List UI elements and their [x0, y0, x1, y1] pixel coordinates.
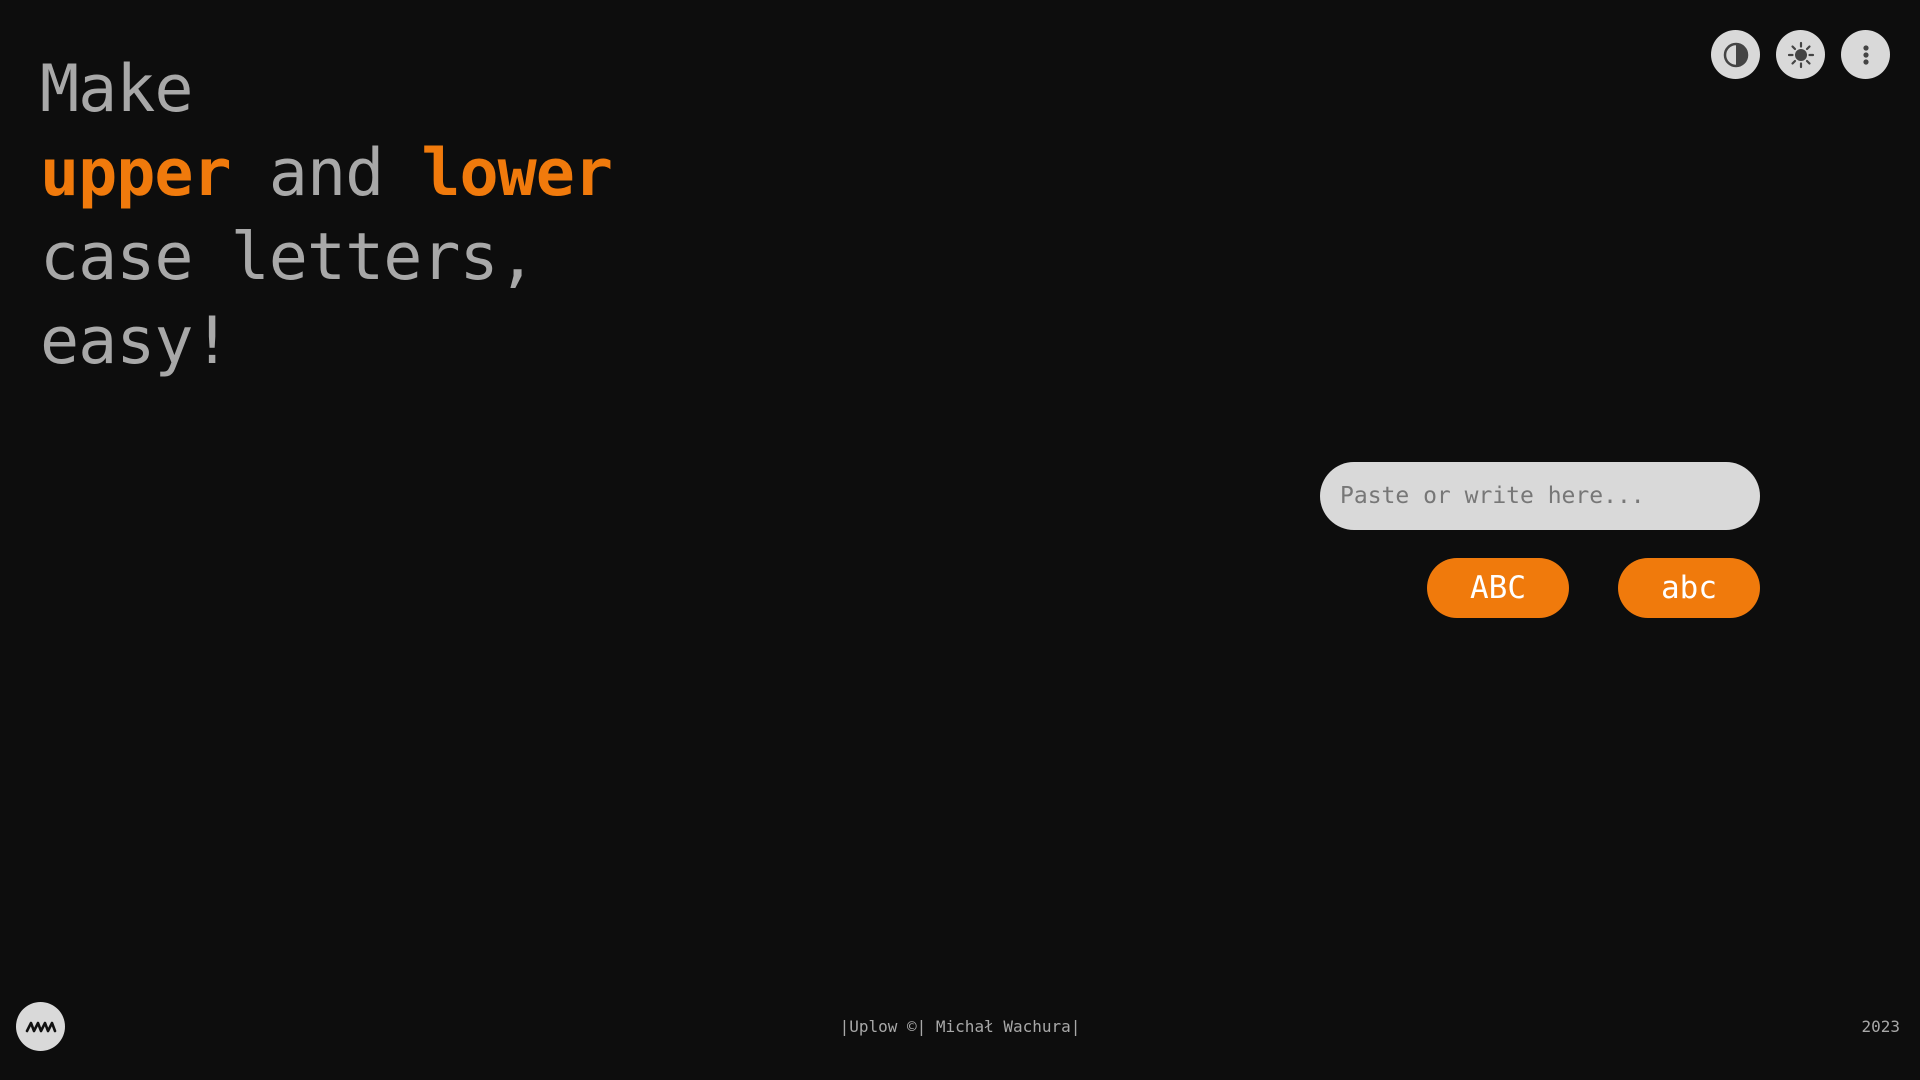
headline-and-word: and — [230, 136, 422, 211]
uppercase-button[interactable]: ABC — [1427, 558, 1569, 618]
sun-icon — [1787, 41, 1814, 68]
headline-upper-word: upper — [40, 136, 232, 211]
footer-credit: |Uplow ©| Michał Wachura| — [839, 1017, 1081, 1036]
half-circle-contrast-icon — [1723, 42, 1748, 67]
more-menu-button[interactable] — [1841, 30, 1890, 79]
headline-line-3: case letters, — [40, 220, 537, 295]
headline-line-1: Make — [40, 52, 194, 127]
headline-line-4: easy! — [40, 304, 232, 379]
page-headline: Make upper and lower case letters, easy! — [40, 48, 613, 384]
vertical-dots-icon — [1862, 44, 1869, 65]
contrast-toggle-button[interactable] — [1711, 30, 1760, 79]
headline-line-2: upper and lower — [40, 132, 613, 216]
text-input[interactable] — [1320, 462, 1760, 530]
headline-lower-word: lower — [421, 136, 613, 211]
lowercase-button[interactable]: abc — [1618, 558, 1760, 618]
brightness-toggle-button[interactable] — [1776, 30, 1825, 79]
footer-year: 2023 — [1861, 1017, 1900, 1036]
